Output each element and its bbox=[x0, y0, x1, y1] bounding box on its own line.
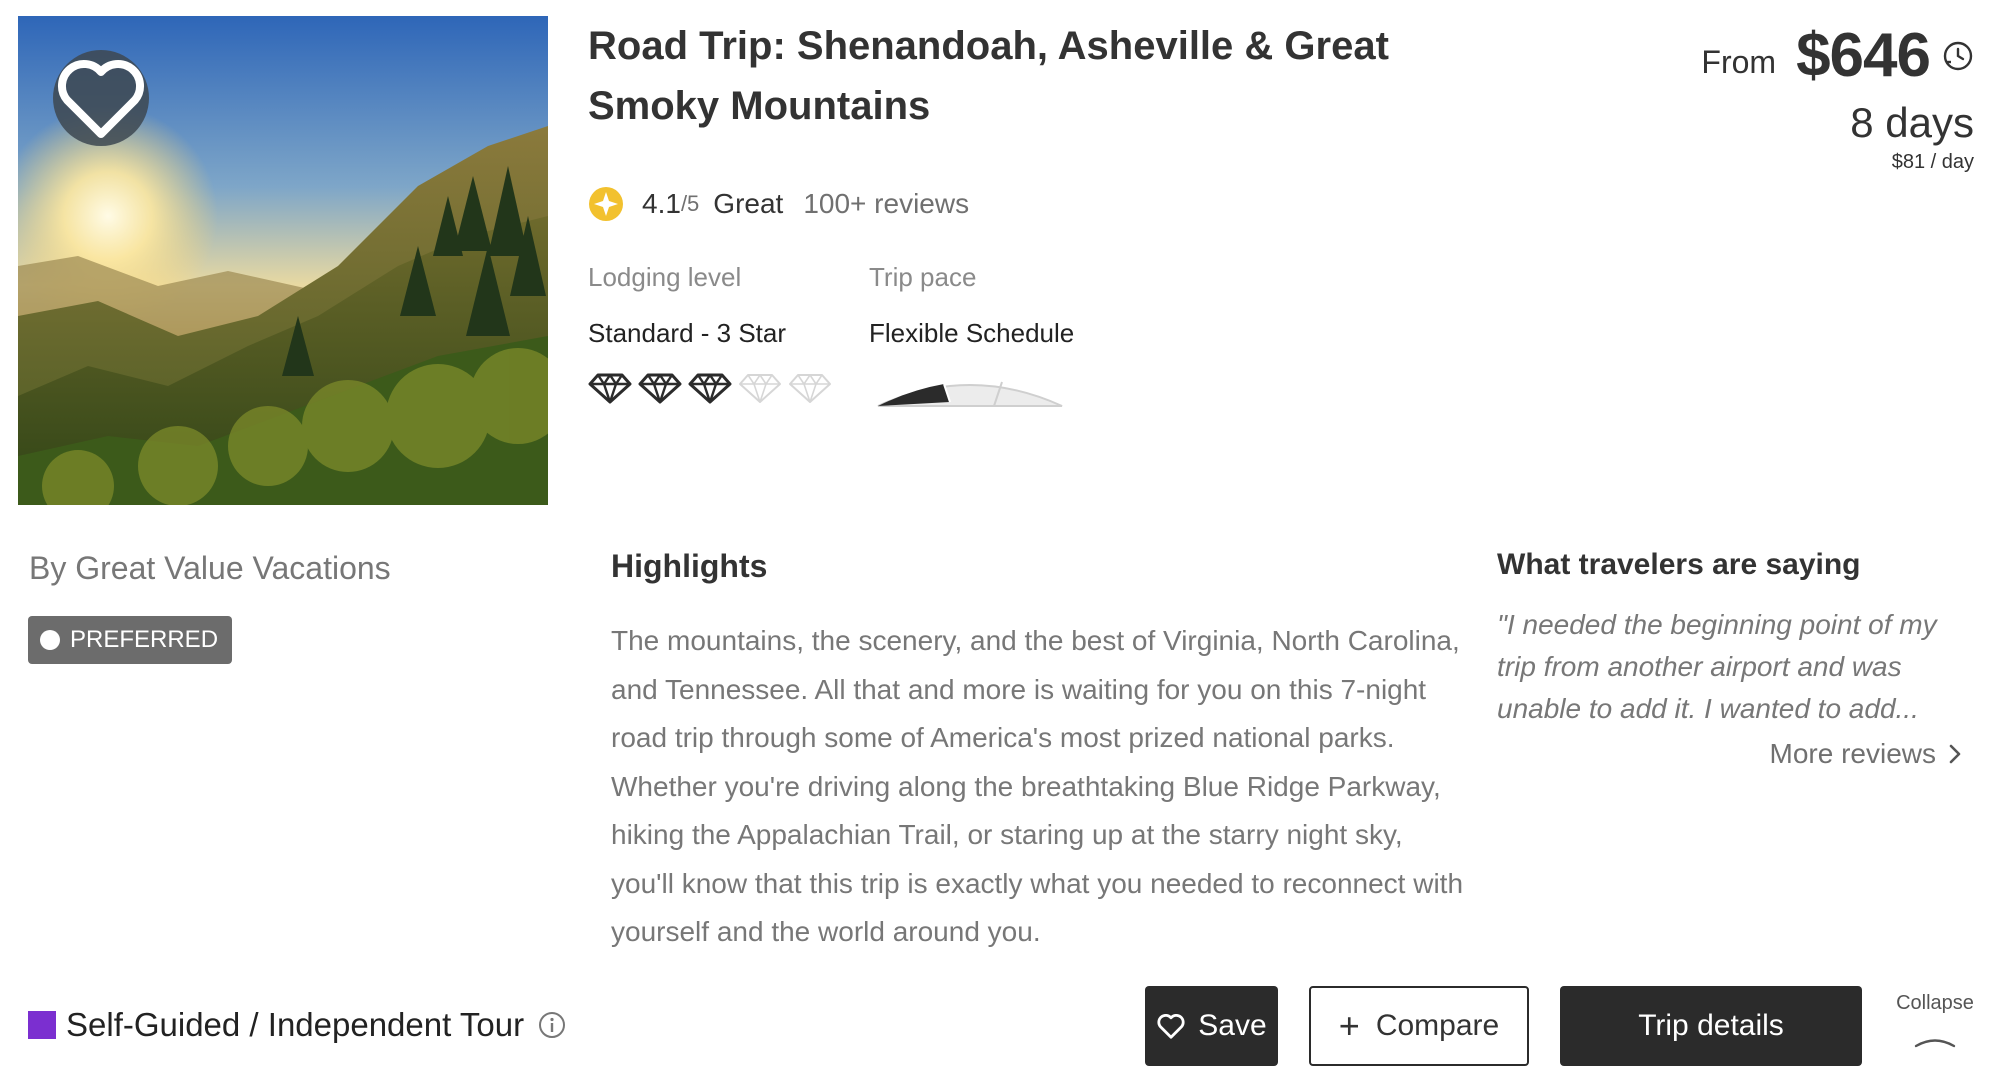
save-button-label: Save bbox=[1198, 1009, 1267, 1042]
pace-meter-icon bbox=[877, 381, 1063, 407]
chevron-up-icon bbox=[1914, 1039, 1956, 1048]
price-amount: $646 bbox=[1796, 21, 1931, 90]
more-reviews-link[interactable]: More reviews bbox=[1770, 738, 1962, 770]
preferred-dot-icon bbox=[40, 630, 60, 650]
more-reviews-label: More reviews bbox=[1769, 738, 1936, 769]
clock-icon[interactable] bbox=[1942, 40, 1974, 72]
info-icon[interactable] bbox=[538, 1011, 566, 1039]
rating-score: 4.1 bbox=[642, 188, 681, 219]
rating-max: /5 bbox=[680, 191, 700, 216]
compare-button-label: Compare bbox=[1375, 1009, 1500, 1042]
chevron-right-icon bbox=[1949, 744, 1961, 764]
collapse-button[interactable]: Collapse bbox=[1894, 992, 1976, 1049]
preferred-badge-label: PREFERRED bbox=[70, 626, 219, 653]
diamond-icon bbox=[588, 373, 632, 404]
lodging-diamonds bbox=[588, 372, 832, 404]
lodging-level-value: Standard - 3 Star bbox=[588, 318, 786, 348]
trip-details-button[interactable]: Trip details bbox=[1560, 986, 1862, 1066]
trip-details-label: Trip details bbox=[1638, 1009, 1784, 1042]
reviews-title: What travelers are saying bbox=[1497, 548, 1861, 581]
rating-row: 4.1 /5 Great 100+ reviews bbox=[588, 184, 969, 224]
highlights-body: The mountains, the scenery, and the best… bbox=[611, 625, 1464, 947]
heart-icon bbox=[1157, 1014, 1185, 1039]
price-from-label: From bbox=[1701, 44, 1777, 80]
price-block: From $646 8 days $81 / day bbox=[1701, 20, 1974, 174]
trip-pace-label: Trip pace bbox=[869, 262, 977, 292]
price-per-day: $81 / day bbox=[1891, 151, 1974, 173]
review-quote: "I needed the beginning point of my trip… bbox=[1497, 609, 1937, 724]
plus-icon: + bbox=[1338, 1005, 1360, 1046]
operator-name[interactable]: By Great Value Vacations bbox=[29, 550, 391, 587]
diamond-icon bbox=[688, 373, 732, 404]
trip-duration: 8 days bbox=[1850, 99, 1974, 146]
preferred-badge: PREFERRED bbox=[28, 616, 233, 664]
lodging-level-label: Lodging level bbox=[588, 262, 742, 292]
tour-type-label: Self-Guided / Independent Tour bbox=[66, 1006, 525, 1043]
compare-button[interactable]: + Compare bbox=[1309, 986, 1529, 1066]
favorite-button[interactable] bbox=[53, 50, 149, 146]
diamond-icon bbox=[638, 373, 682, 404]
tour-type: Self-Guided / Independent Tour bbox=[28, 1006, 566, 1044]
trip-photo[interactable] bbox=[18, 16, 548, 505]
diamond-icon bbox=[789, 374, 831, 403]
tour-type-swatch bbox=[28, 1011, 56, 1039]
rating-word: Great bbox=[713, 188, 784, 219]
diamond-icon bbox=[739, 374, 781, 403]
heart-icon bbox=[57, 59, 145, 138]
collapse-label: Collapse bbox=[1896, 992, 1974, 1014]
save-button[interactable]: Save bbox=[1145, 986, 1278, 1066]
trip-title[interactable]: Road Trip: Shenandoah, Asheville & Great… bbox=[588, 16, 1488, 136]
rating-badge-icon bbox=[589, 187, 623, 221]
reviews-count-link[interactable]: 100+ reviews bbox=[803, 188, 969, 220]
trip-pace-value: Flexible Schedule bbox=[869, 318, 1075, 348]
highlights-title: Highlights bbox=[611, 548, 768, 584]
